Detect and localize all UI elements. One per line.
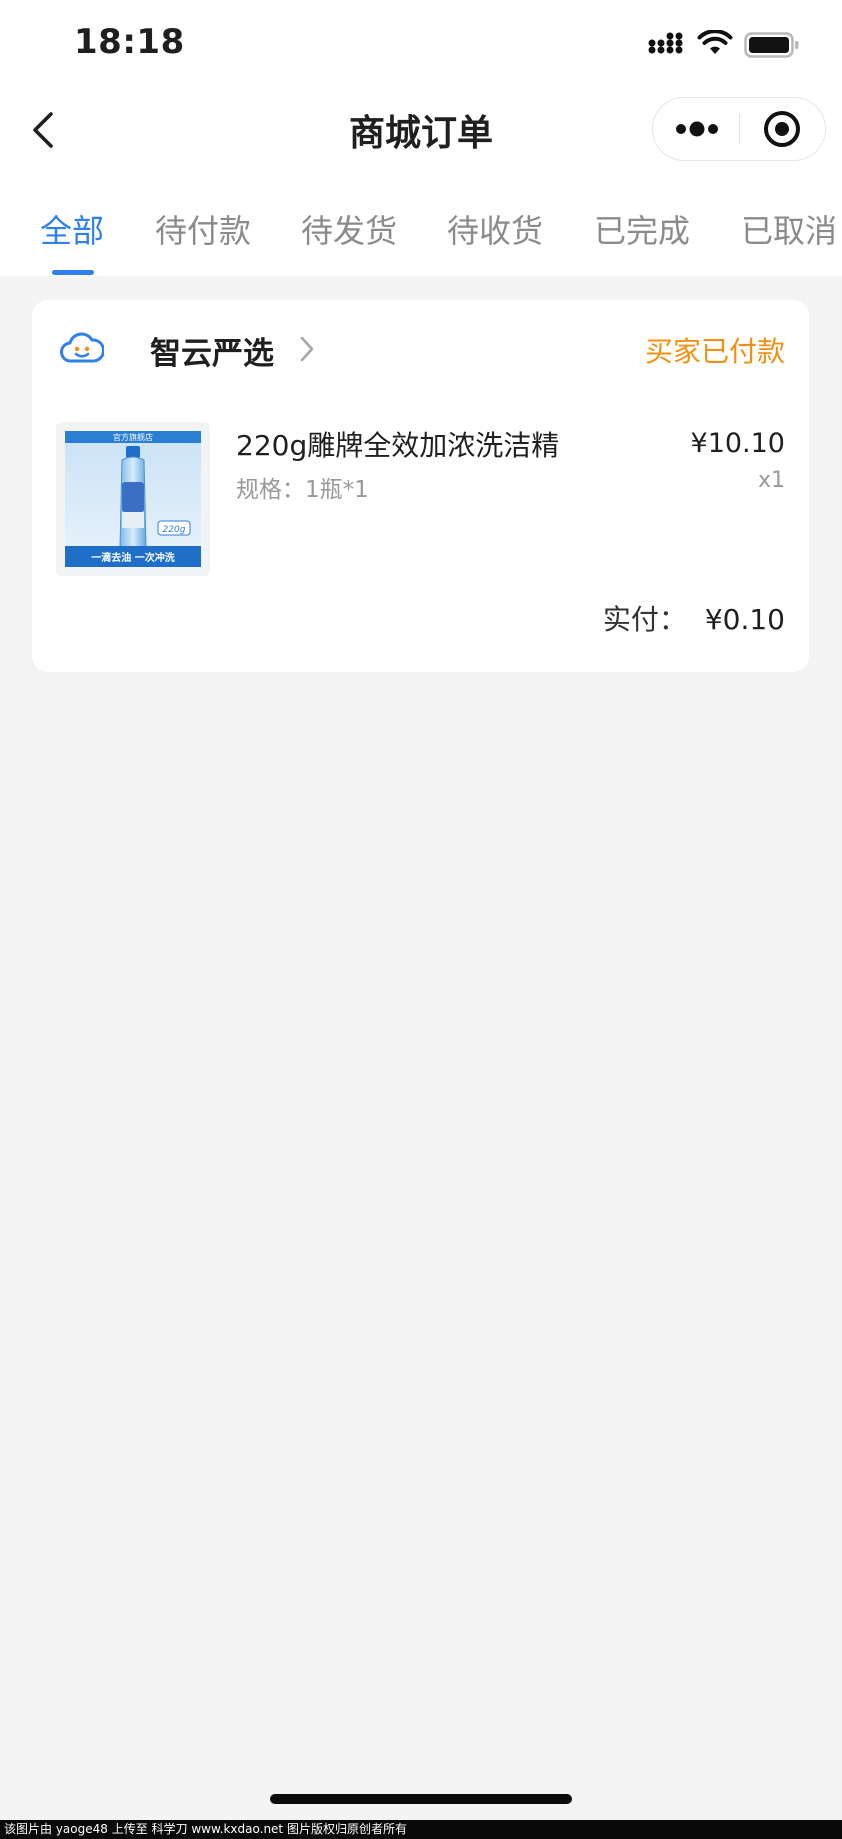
tab-cancelled[interactable]: 已取消 bbox=[741, 206, 837, 252]
tab-all[interactable]: 全部 bbox=[40, 206, 104, 252]
more-button[interactable] bbox=[653, 98, 739, 160]
product-image-weight: 220g bbox=[163, 525, 186, 535]
product-name: 220g雕牌全效加浓洗洁精 bbox=[236, 429, 560, 462]
product-price: ¥10.10 bbox=[690, 428, 785, 459]
tab-completed[interactable]: 已完成 bbox=[594, 206, 690, 252]
battery-icon bbox=[744, 32, 799, 58]
chevron-right-icon bbox=[300, 336, 314, 362]
store-name: 智云严选 bbox=[150, 336, 274, 372]
more-dots-icon bbox=[676, 121, 718, 137]
product-spec: 规格：1瓶*1 bbox=[236, 477, 369, 503]
home-indicator[interactable] bbox=[270, 1794, 572, 1804]
paid-amount-row: 实付： ¥0.10 bbox=[603, 598, 785, 638]
product-image-badge: 官方旗舰店 bbox=[113, 432, 153, 442]
active-tab-indicator bbox=[52, 270, 94, 275]
close-mini-program-button[interactable] bbox=[740, 98, 826, 160]
paid-label: 实付： bbox=[602, 603, 687, 636]
tab-pending-shipment[interactable]: 待发货 bbox=[301, 206, 397, 252]
product-image: 官方旗舰店 220g 一滴去油 一次冲洗 bbox=[65, 431, 201, 567]
status-time: 18:18 bbox=[74, 22, 185, 62]
watermark-text: 该图片由 yaoge48 上传至 科学刀 www.kxdao.net 图片版权归… bbox=[0, 1820, 842, 1839]
paid-amount: ¥0.10 bbox=[704, 603, 785, 636]
product-quantity: x1 bbox=[757, 468, 785, 493]
tab-pending-receipt[interactable]: 待收货 bbox=[447, 206, 543, 252]
product-image-slogan: 一滴去油 一次冲洗 bbox=[91, 551, 174, 564]
order-status: 买家已付款 bbox=[644, 335, 785, 368]
header-area: 18:18 商城订单 全部 待付款 待发货 待收货 已完成 已取消 bbox=[0, 0, 842, 276]
order-tabs: 全部 待付款 待发货 待收货 已完成 已取消 bbox=[0, 200, 842, 276]
mini-program-capsule bbox=[652, 97, 826, 161]
order-card[interactable]: 智云严选 买家已付款 官方旗舰店 220g 一滴去油 一次冲洗 220g雕牌全效… bbox=[32, 300, 809, 672]
cellular-signal-icon bbox=[648, 32, 683, 54]
tab-pending-payment[interactable]: 待付款 bbox=[155, 206, 251, 252]
target-close-icon bbox=[764, 111, 800, 147]
wifi-icon bbox=[697, 30, 733, 54]
cloud-smile-icon bbox=[60, 332, 104, 363]
product-thumbnail[interactable]: 官方旗舰店 220g 一滴去油 一次冲洗 bbox=[56, 422, 210, 576]
